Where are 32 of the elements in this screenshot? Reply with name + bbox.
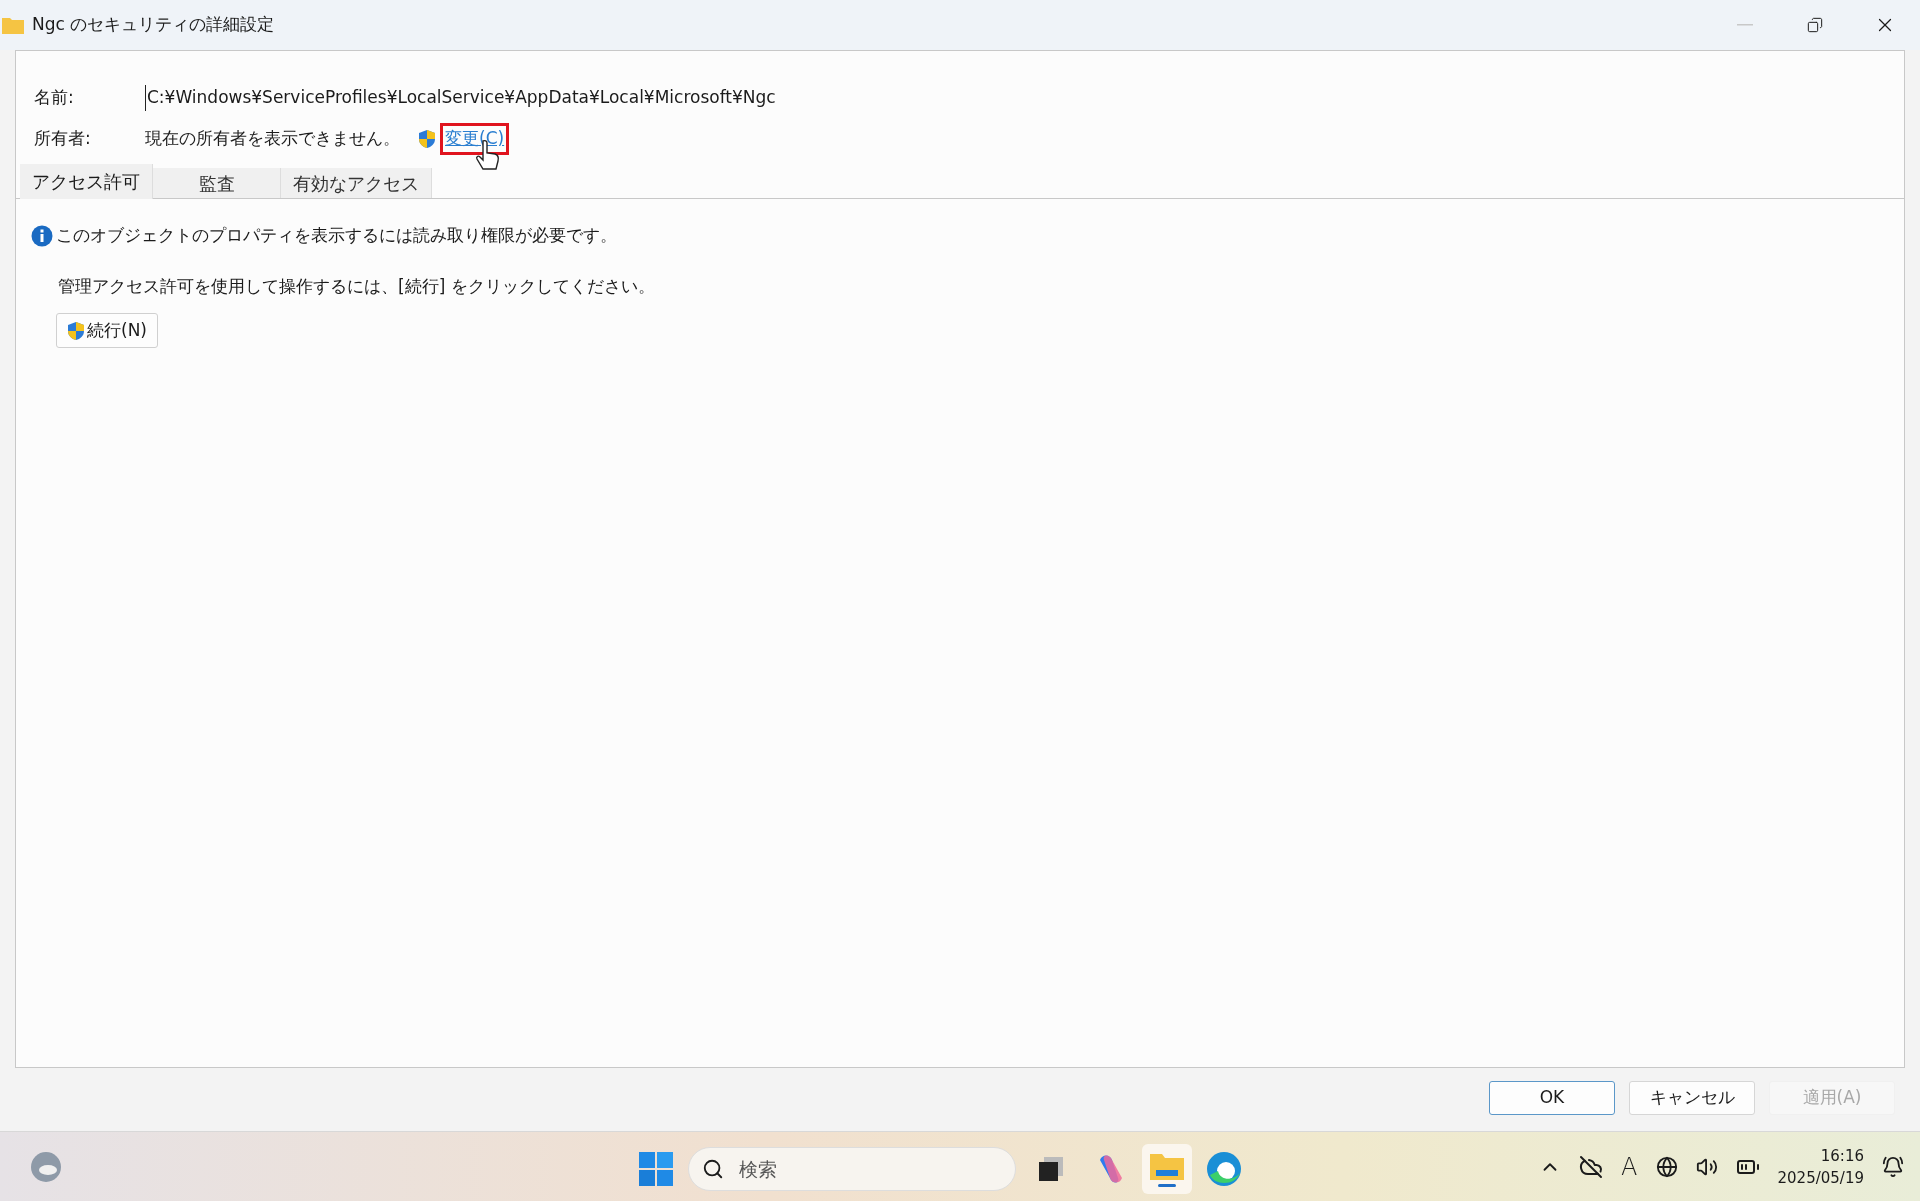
- shield-icon: [418, 129, 436, 149]
- shield-icon: [67, 320, 85, 341]
- info-message: このオブジェクトのプロパティを表示するには読み取り権限が必要です。: [56, 224, 617, 247]
- tab[interactable]: 有効なアクセス: [281, 168, 432, 198]
- owner-label: 所有者:: [34, 127, 92, 151]
- clock[interactable]: 16:16 2025/05/19: [1777, 1144, 1864, 1189]
- file-explorer-icon[interactable]: [1142, 1144, 1192, 1194]
- date-text: 2025/05/19: [1777, 1167, 1864, 1189]
- folder-icon: [2, 16, 24, 34]
- name-label: 名前:: [34, 86, 75, 110]
- owner-value: 現在の所有者を表示できません。: [145, 127, 400, 151]
- minimize-icon: [1737, 24, 1753, 26]
- task-view-icon[interactable]: [1036, 1154, 1066, 1184]
- restore-icon: [1807, 17, 1823, 33]
- time-text: 16:16: [1820, 1145, 1864, 1167]
- start-icon[interactable]: [638, 1151, 674, 1187]
- tab[interactable]: 監査: [153, 168, 281, 198]
- search-icon: [702, 1158, 724, 1180]
- window-title: Ngc のセキュリティの詳細設定: [32, 13, 275, 37]
- cloud-icon[interactable]: [1579, 1154, 1604, 1179]
- globe-icon[interactable]: [1655, 1155, 1678, 1178]
- notification-icon[interactable]: [1882, 1155, 1904, 1178]
- dialog-button[interactable]: キャンセル: [1629, 1081, 1755, 1115]
- edge-browser-icon[interactable]: [1206, 1151, 1242, 1187]
- name-value: C:¥Windows¥ServiceProfiles¥LocalService¥AppData¥Local¥Microsoft¥Ngc: [145, 85, 776, 111]
- dialog-button[interactable]: OK: [1489, 1081, 1615, 1115]
- ime-indicator[interactable]: A: [1621, 1148, 1638, 1185]
- info-icon: [31, 224, 53, 247]
- tab[interactable]: アクセス許可: [20, 164, 153, 199]
- continue-button[interactable]: 続行(N): [56, 313, 158, 348]
- instruction-text: 管理アクセス許可を使用して操作するには、[続行] をクリックしてください。: [58, 274, 655, 298]
- search-field[interactable]: 検索: [688, 1147, 1016, 1191]
